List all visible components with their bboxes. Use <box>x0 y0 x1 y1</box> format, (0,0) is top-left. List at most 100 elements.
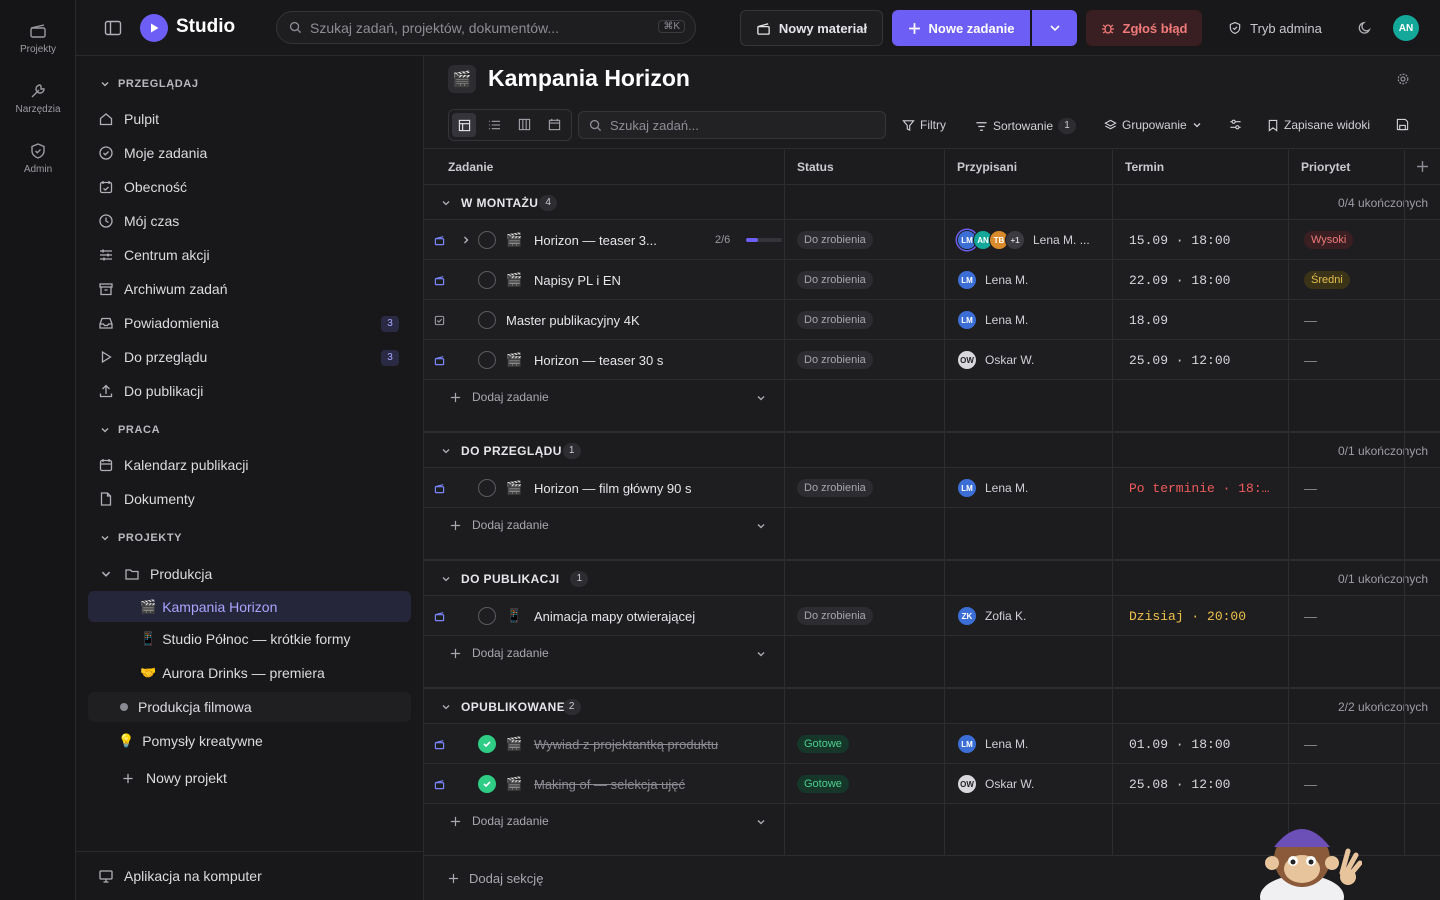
due-date[interactable]: 25.09 · 12:00 <box>1129 340 1230 380</box>
due-date[interactable]: 01.09 · 18:00 <box>1129 724 1230 764</box>
task-checkbox[interactable] <box>478 596 496 636</box>
admin-mode-button[interactable]: Tryb admina <box>1220 10 1330 46</box>
assignees-cell[interactable]: OW Oskar W. <box>957 340 1034 380</box>
priority-cell[interactable]: — <box>1304 340 1317 380</box>
assignees-cell[interactable]: LM Lena M. <box>957 724 1028 764</box>
chevron-down-icon[interactable] <box>756 521 766 531</box>
sidebar-item-archive[interactable]: Archiwum zadań <box>88 274 411 304</box>
priority-cell[interactable]: — <box>1304 764 1317 804</box>
sidebar-item-to-review[interactable]: Do przeglądu 3 <box>88 342 411 372</box>
task-name[interactable]: Master publikacyjny 4K <box>506 300 640 340</box>
list-view-icon[interactable] <box>488 119 501 131</box>
sidebar-item-dashboard[interactable]: Pulpit <box>88 104 411 134</box>
task-checkbox[interactable] <box>478 220 496 260</box>
project-aurora-drinks[interactable]: 🤝 Aurora Drinks — premiera <box>88 658 411 688</box>
sidebar-item-my-tasks[interactable]: Moje zadania <box>88 138 411 168</box>
project-pomysly-kreatywne[interactable]: 💡 Pomysły kreatywne <box>88 726 411 756</box>
chevron-down-icon[interactable] <box>756 649 766 659</box>
status-cell[interactable]: Gotowe <box>797 724 849 764</box>
task-search-input[interactable]: Szukaj zadań... <box>610 118 699 133</box>
add-task-button[interactable]: Dodaj zadanie <box>472 518 549 532</box>
status-cell[interactable]: Gotowe <box>797 764 849 804</box>
board-view-icon[interactable] <box>518 118 531 131</box>
new-task-dropdown[interactable] <box>1032 10 1077 46</box>
sort-button[interactable]: Sortowanie 1 <box>975 118 1077 134</box>
add-task-button[interactable]: Dodaj zadanie <box>472 646 549 660</box>
rail-item-tools[interactable]: Narzędzia <box>0 82 76 115</box>
sidebar-item-publication-calendar[interactable]: Kalendarz publikacji <box>88 450 411 480</box>
due-date[interactable]: 15.09 · 18:00 <box>1129 220 1230 260</box>
folder-production[interactable]: Produkcja <box>88 559 411 589</box>
add-task-button[interactable]: Dodaj zadanie <box>472 390 549 404</box>
priority-cell[interactable]: — <box>1304 724 1317 764</box>
new-material-button[interactable]: Nowy materiał <box>740 10 883 46</box>
report-bug-button[interactable]: Zgłoś błąd <box>1086 10 1202 46</box>
assignees-cell[interactable]: LM Lena M. <box>957 468 1028 508</box>
project-studio-polnoc[interactable]: 📱 Studio Północ — krótkie formy <box>88 624 411 654</box>
task-checkbox[interactable] <box>478 724 496 764</box>
task-name[interactable]: Napisy PL i EN <box>534 260 621 300</box>
rail-item-projects[interactable]: Projekty <box>0 22 76 55</box>
task-name[interactable]: Horizon — teaser 30 s <box>534 340 663 380</box>
status-cell[interactable]: Do zrobienia <box>797 340 873 380</box>
save-view-icon[interactable] <box>1396 118 1409 131</box>
global-search[interactable]: Szukaj zadań, projektów, dokumentów... ⌘… <box>276 11 696 44</box>
task-search[interactable]: Szukaj zadań... <box>578 111 886 139</box>
due-date[interactable]: Dzisiaj · 20:00 <box>1129 596 1246 636</box>
priority-cell[interactable]: — <box>1304 596 1317 636</box>
column-header-task[interactable]: Zadanie <box>448 150 493 184</box>
task-checkbox[interactable] <box>478 300 496 340</box>
task-name[interactable]: Animacja mapy otwierającej <box>534 596 695 636</box>
assignees-cell[interactable]: LM Lena M. <box>957 300 1028 340</box>
due-date[interactable]: 25.08 · 12:00 <box>1129 764 1230 804</box>
chevron-right-icon[interactable] <box>461 220 471 260</box>
chevron-down-icon[interactable] <box>756 817 766 827</box>
column-header-priority[interactable]: Priorytet <box>1301 150 1350 184</box>
task-name[interactable]: Horizon — teaser 3... <box>534 220 657 260</box>
task-checkbox[interactable] <box>478 260 496 300</box>
sidebar-item-action-center[interactable]: Centrum akcji <box>88 240 411 270</box>
task-checkbox[interactable] <box>478 340 496 380</box>
status-cell[interactable]: Do zrobienia <box>797 596 873 636</box>
new-task-button[interactable]: Nowe zadanie <box>892 10 1030 46</box>
new-project-button[interactable]: Nowy projekt <box>88 763 411 793</box>
priority-cell[interactable]: Wysoki <box>1304 220 1354 260</box>
user-avatar[interactable]: AN <box>1393 15 1419 41</box>
table-view-icon[interactable] <box>452 113 476 137</box>
chevron-down-icon[interactable] <box>756 393 766 403</box>
sidebar-item-to-publish[interactable]: Do publikacji <box>88 376 411 406</box>
sidebar-item-documents[interactable]: Dokumenty <box>88 484 411 514</box>
view-options-icon[interactable] <box>1229 118 1242 131</box>
sidebar-item-attendance[interactable]: Obecność <box>88 172 411 202</box>
theme-toggle-icon[interactable] <box>1358 20 1373 35</box>
status-cell[interactable]: Do zrobienia <box>797 260 873 300</box>
add-task-button[interactable]: Dodaj zadanie <box>472 814 549 828</box>
status-cell[interactable]: Do zrobienia <box>797 468 873 508</box>
calendar-view-icon[interactable] <box>548 118 561 131</box>
due-date[interactable]: Po terminie · 18:… <box>1129 468 1269 508</box>
settings-gear-icon[interactable] <box>1396 72 1410 86</box>
task-name[interactable]: Wywiad z projektantką produktu <box>534 724 718 764</box>
task-checkbox[interactable] <box>478 468 496 508</box>
filters-button[interactable]: Filtry <box>902 118 946 132</box>
sidebar-item-my-time[interactable]: Mój czas <box>88 206 411 236</box>
saved-views-button[interactable]: Zapisane widoki <box>1267 118 1370 132</box>
priority-cell[interactable]: — <box>1304 468 1317 508</box>
section-projects[interactable]: PROJEKTY <box>100 532 182 544</box>
priority-cell[interactable]: — <box>1304 300 1317 340</box>
status-cell[interactable]: Do zrobienia <box>797 220 873 260</box>
rail-item-admin[interactable]: Admin <box>0 142 76 175</box>
project-produkcja-filmowa[interactable]: Produkcja filmowa <box>88 692 411 722</box>
due-date[interactable]: 18.09 <box>1129 300 1168 340</box>
section-browse[interactable]: PRZEGLĄDAJ <box>100 78 199 90</box>
assignees-cell[interactable]: LM AN TB +1 Lena M. ... <box>957 220 1090 260</box>
task-name[interactable]: Horizon — film główny 90 s <box>534 468 692 508</box>
due-date[interactable]: 22.09 · 18:00 <box>1129 260 1230 300</box>
column-header-assignees[interactable]: Przypisani <box>957 150 1017 184</box>
desktop-app-link[interactable]: Aplikacja na komputer <box>88 861 411 891</box>
status-cell[interactable]: Do zrobienia <box>797 300 873 340</box>
assignees-cell[interactable]: LM Lena M. <box>957 260 1028 300</box>
project-kampania-horizon[interactable]: 🎬 Kampania Horizon <box>88 591 411 622</box>
task-checkbox[interactable] <box>478 764 496 804</box>
assignees-cell[interactable]: ZK Zofia K. <box>957 596 1026 636</box>
